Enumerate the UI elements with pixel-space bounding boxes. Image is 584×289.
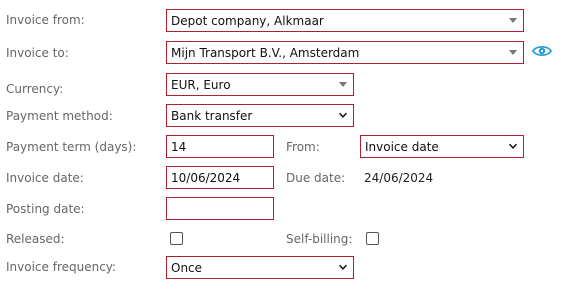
due-date-value: 24/06/2024 [364, 171, 434, 185]
invoice-to-dropdown[interactable]: Mijn Transport B.V., Amsterdam [166, 41, 524, 64]
triangle-down-icon [509, 50, 517, 55]
eye-icon[interactable] [532, 44, 552, 58]
chevron-down-icon [338, 264, 348, 270]
currency-value: EUR, Euro [171, 78, 231, 92]
released-checkbox[interactable] [170, 232, 183, 245]
payment-method-label: Payment method: [6, 109, 113, 123]
invoice-frequency-select[interactable]: Once [166, 256, 354, 279]
self-billing-checkbox[interactable] [366, 232, 379, 245]
posting-date-label: Posting date: [6, 202, 85, 216]
posting-date-input[interactable] [166, 197, 274, 220]
payment-method-select[interactable]: Bank transfer [166, 104, 354, 127]
triangle-down-icon [339, 82, 347, 87]
invoice-to-label: Invoice to: [6, 46, 69, 60]
currency-dropdown[interactable]: EUR, Euro [166, 73, 354, 96]
invoice-from-label: Invoice from: [6, 13, 85, 27]
currency-label: Currency: [6, 82, 64, 96]
payment-method-value: Bank transfer [171, 109, 253, 123]
invoice-to-value: Mijn Transport B.V., Amsterdam [171, 46, 360, 60]
invoice-frequency-label: Invoice frequency: [6, 260, 117, 274]
payment-term-input[interactable]: 14 [166, 135, 274, 158]
from-value: Invoice date [365, 140, 439, 154]
invoice-date-label: Invoice date: [6, 171, 84, 185]
chevron-down-icon [338, 112, 348, 118]
released-label: Released: [6, 232, 65, 246]
due-date-label: Due date: [286, 171, 346, 185]
invoice-date-input[interactable]: 10/06/2024 [166, 166, 274, 189]
from-select[interactable]: Invoice date [360, 135, 524, 158]
payment-term-label: Payment term (days): [6, 140, 137, 154]
payment-term-value: 14 [171, 140, 187, 154]
invoice-from-dropdown[interactable]: Depot company, Alkmaar [166, 9, 524, 32]
chevron-down-icon [508, 143, 518, 149]
from-label: From: [286, 140, 320, 154]
self-billing-label: Self-billing: [286, 232, 353, 246]
invoice-date-value: 10/06/2024 [171, 171, 241, 185]
triangle-down-icon [509, 18, 517, 23]
invoice-frequency-value: Once [171, 261, 203, 275]
invoice-from-value: Depot company, Alkmaar [171, 14, 324, 28]
